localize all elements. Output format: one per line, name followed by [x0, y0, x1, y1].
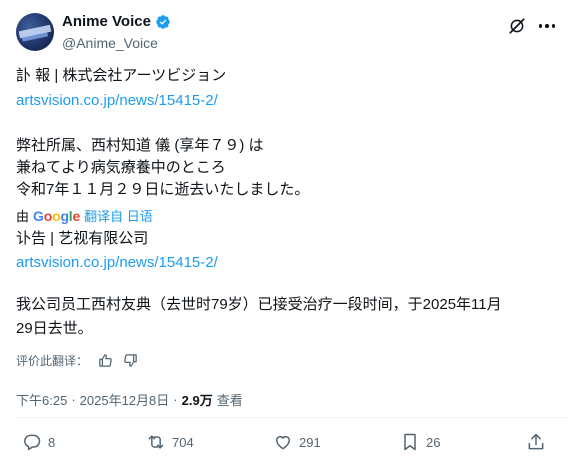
original-line-3: 兼ねてより病気療養中のところ [16, 159, 226, 176]
repost-icon [148, 435, 164, 449]
bookmark-count: 26 [426, 434, 441, 450]
translated-link[interactable]: artsvision.co.jp/news/15415-2/ [16, 253, 218, 273]
translated-by-label: 由 [16, 209, 30, 224]
translated-line-2: 我公司员工西村友典（去世时79岁）已接受治疗一段时间，于2025年11月 [16, 296, 502, 313]
more-options-icon[interactable] [536, 16, 558, 36]
views-label: 查看 [216, 393, 243, 408]
original-line-1: 訃 報 | 株式会社アーツビジョン [16, 67, 227, 84]
original-line-2: 弊社所属、西村知道 儀 (享年７９) は [16, 137, 264, 154]
translated-by-bar: 由 Google 翻译自 日语 [16, 206, 153, 225]
repost-button[interactable]: 704 [146, 432, 194, 452]
like-count: 291 [299, 434, 321, 450]
views-count: 2.9万 [181, 393, 213, 408]
author-name-row: Anime Voice [62, 13, 171, 30]
repost-count: 704 [172, 434, 194, 450]
handle[interactable]: @Anime_Voice [62, 35, 158, 51]
reply-count: 8 [48, 434, 56, 450]
heart-icon [276, 436, 290, 450]
thumbs-down-icon[interactable] [123, 353, 138, 368]
original-link[interactable]: artsvision.co.jp/news/15415-2/ [16, 91, 218, 111]
thumbs-up-icon[interactable] [98, 353, 113, 368]
tweet-meta: 下午6:25 · 2025年12月8日 · 2.9万 查看 [16, 390, 243, 409]
reply-button[interactable]: 8 [22, 432, 55, 452]
google-logo: Google [33, 207, 81, 224]
original-line-4: 令和7年１１月２９日に逝去いたしました。 [16, 181, 310, 198]
share-button[interactable] [526, 432, 546, 452]
divider [16, 417, 568, 418]
action-bar: 8 704 291 26 [16, 432, 568, 458]
display-name[interactable]: Anime Voice [62, 13, 151, 30]
translated-line-1: 讣告 | 艺视有限公司 [16, 230, 149, 247]
post-date[interactable]: 2025年12月8日 [80, 390, 170, 409]
post-time[interactable]: 下午6:25 [16, 390, 67, 409]
avatar[interactable] [16, 13, 54, 51]
bookmark-button[interactable]: 26 [400, 432, 440, 452]
translated-from-link[interactable]: 翻译自 日语 [84, 206, 153, 225]
share-icon [528, 433, 544, 450]
reply-icon [24, 434, 41, 451]
bookmark-icon [404, 433, 416, 451]
rate-translation-row: 评价此翻译： [16, 352, 138, 369]
rate-translation-label: 评价此翻译： [16, 354, 89, 368]
tweet: Anime Voice @Anime_Voice 訃 報 | 株式会社アーツビジ… [0, 0, 584, 468]
translated-line-3: 29日去世。 [16, 320, 93, 337]
like-button[interactable]: 291 [273, 432, 321, 452]
grok-icon[interactable] [508, 17, 526, 35]
verified-badge-icon [156, 14, 170, 29]
